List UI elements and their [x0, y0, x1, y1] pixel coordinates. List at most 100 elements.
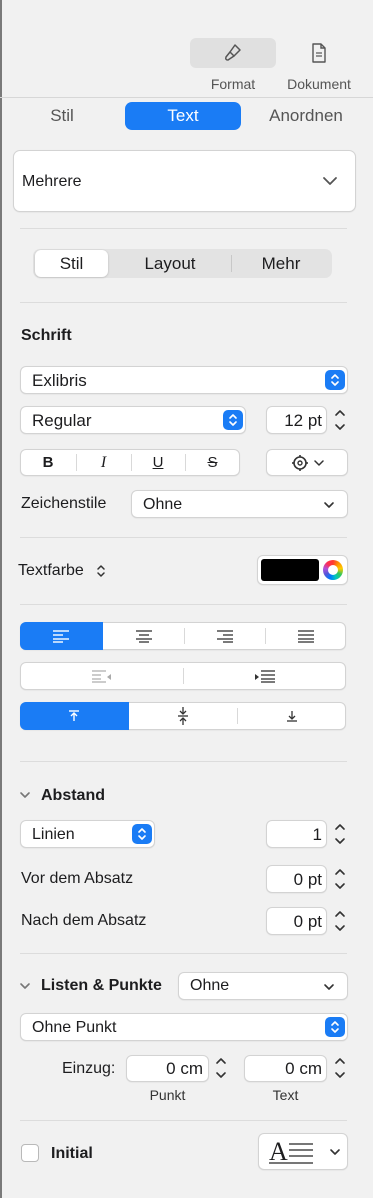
tab-anordnen[interactable]: Anordnen	[258, 102, 354, 130]
align-top-icon	[69, 710, 79, 721]
separator	[20, 761, 347, 762]
updown-chevron-icon	[223, 410, 243, 430]
align-left-button[interactable]	[20, 622, 103, 650]
line-spacing-mode-popup[interactable]: Linien	[20, 820, 155, 848]
window-edge	[0, 0, 2, 1198]
text-indent-value: 0 cm	[285, 1059, 322, 1078]
separator	[20, 953, 347, 954]
align-center-button[interactable]	[103, 622, 184, 650]
paintbrush-icon	[225, 44, 241, 61]
bullet-style-popup[interactable]: Ohne Punkt	[20, 1013, 348, 1041]
italic-button[interactable]: I	[77, 450, 130, 475]
align-middle-icon	[178, 707, 188, 725]
paragraph-style-value: Mehrere	[22, 173, 82, 190]
line-spacing-field[interactable]: 1	[266, 820, 327, 848]
text-color-well[interactable]	[257, 555, 348, 585]
underline-button[interactable]: U	[132, 450, 184, 475]
chevron-down-icon	[314, 460, 324, 466]
format-toolbar-button[interactable]: Format	[190, 38, 276, 92]
char-styles-label: Zeichenstile	[21, 495, 107, 512]
tab-text[interactable]: Text	[125, 102, 241, 130]
font-section-title: Schrift	[21, 327, 72, 344]
text-indent-stepper[interactable]	[331, 1053, 349, 1083]
align-justify-icon	[298, 630, 314, 643]
decrease-indent-button[interactable]	[20, 662, 183, 690]
align-left-icon	[53, 630, 69, 643]
align-right-icon	[217, 630, 233, 643]
line-spacing-stepper[interactable]	[331, 819, 349, 849]
updown-chevron-icon	[325, 1017, 345, 1037]
text-color-menu[interactable]: Textfarbe	[18, 560, 118, 582]
space-before-label: Vor dem Absatz	[21, 870, 134, 887]
strikethrough-button[interactable]: S	[186, 450, 239, 475]
align-center-icon	[136, 630, 152, 643]
subtab-stil[interactable]: Stil	[35, 250, 108, 277]
lists-section-title: Listen & Punkte	[41, 977, 162, 994]
disclosure-chevron-icon[interactable]	[19, 981, 31, 991]
dropcap-style-popup[interactable]: A	[258, 1133, 348, 1170]
separator	[20, 1120, 347, 1121]
color-wheel-icon[interactable]	[323, 560, 343, 580]
char-styles-popup[interactable]: Ohne	[131, 490, 348, 518]
list-style-value: Ohne	[190, 977, 230, 994]
font-family-popup[interactable]: Exlibris	[20, 366, 348, 394]
dropcap-label: Initial	[51, 1145, 93, 1162]
paragraph-style-popup[interactable]: Mehrere	[13, 150, 356, 212]
space-after-field[interactable]: 0 pt	[266, 907, 327, 935]
subtab-mehr[interactable]: Mehr	[232, 250, 330, 277]
dropcap-checkbox[interactable]	[21, 1144, 39, 1162]
increase-indent-button[interactable]	[184, 662, 346, 690]
gear-icon	[292, 455, 308, 471]
separator	[20, 228, 347, 229]
space-after-label: Nach dem Absatz	[21, 912, 147, 929]
align-middle-button[interactable]	[129, 702, 237, 730]
space-after-stepper[interactable]	[331, 906, 349, 936]
dropcap-preview: A	[269, 1137, 313, 1167]
chevron-down-icon	[324, 502, 334, 508]
bullet-indent-caption: Punkt	[149, 1087, 186, 1103]
bold-button[interactable]: B	[21, 450, 75, 475]
format-label: Format	[210, 76, 256, 92]
bullet-style-value: Ohne Punkt	[32, 1019, 117, 1036]
space-before-field[interactable]: 0 pt	[266, 865, 327, 893]
separator	[20, 302, 347, 303]
spacing-section-title: Abstand	[41, 787, 105, 804]
tab-stil[interactable]: Stil	[20, 102, 104, 130]
list-style-popup[interactable]: Ohne	[178, 972, 348, 1000]
chevron-down-icon	[324, 984, 334, 990]
space-before-value: 0 pt	[293, 870, 322, 889]
text-color-label: Textfarbe	[18, 562, 84, 579]
align-bottom-icon	[287, 711, 297, 722]
align-justify-button[interactable]	[266, 622, 346, 650]
separator	[20, 604, 347, 605]
advanced-options-button[interactable]	[266, 449, 348, 476]
bullet-indent-field[interactable]: 0 cm	[126, 1055, 209, 1082]
chevron-down-icon	[323, 177, 337, 185]
align-right-button[interactable]	[185, 622, 265, 650]
decrease-indent-icon	[92, 670, 111, 683]
disclosure-chevron-icon[interactable]	[19, 790, 31, 800]
text-indent-field[interactable]: 0 cm	[244, 1055, 327, 1082]
document-icon	[312, 43, 326, 63]
chevron-down-icon	[330, 1149, 340, 1155]
align-bottom-button[interactable]	[238, 702, 346, 730]
typeface-popup[interactable]: Regular	[20, 406, 246, 434]
indent-label: Einzug:	[62, 1060, 116, 1077]
document-toolbar-button[interactable]: Dokument	[280, 38, 358, 92]
line-spacing-mode-value: Linien	[32, 826, 75, 843]
align-top-button[interactable]	[20, 702, 129, 730]
subtab-layout[interactable]: Layout	[110, 250, 230, 277]
font-size-value: 12 pt	[284, 411, 322, 430]
document-label: Dokument	[287, 76, 351, 92]
space-after-value: 0 pt	[293, 912, 322, 931]
font-size-field[interactable]: 12 pt	[266, 406, 327, 434]
bullet-indent-stepper[interactable]	[212, 1053, 230, 1083]
bullet-indent-value: 0 cm	[166, 1059, 203, 1078]
space-before-stepper[interactable]	[331, 864, 349, 894]
line-spacing-value: 1	[312, 825, 322, 844]
text-indent-caption: Text	[272, 1087, 299, 1103]
separator	[20, 537, 347, 538]
font-size-stepper[interactable]	[331, 405, 349, 435]
text-color-swatch	[261, 559, 319, 581]
font-family-value: Exlibris	[32, 371, 87, 390]
